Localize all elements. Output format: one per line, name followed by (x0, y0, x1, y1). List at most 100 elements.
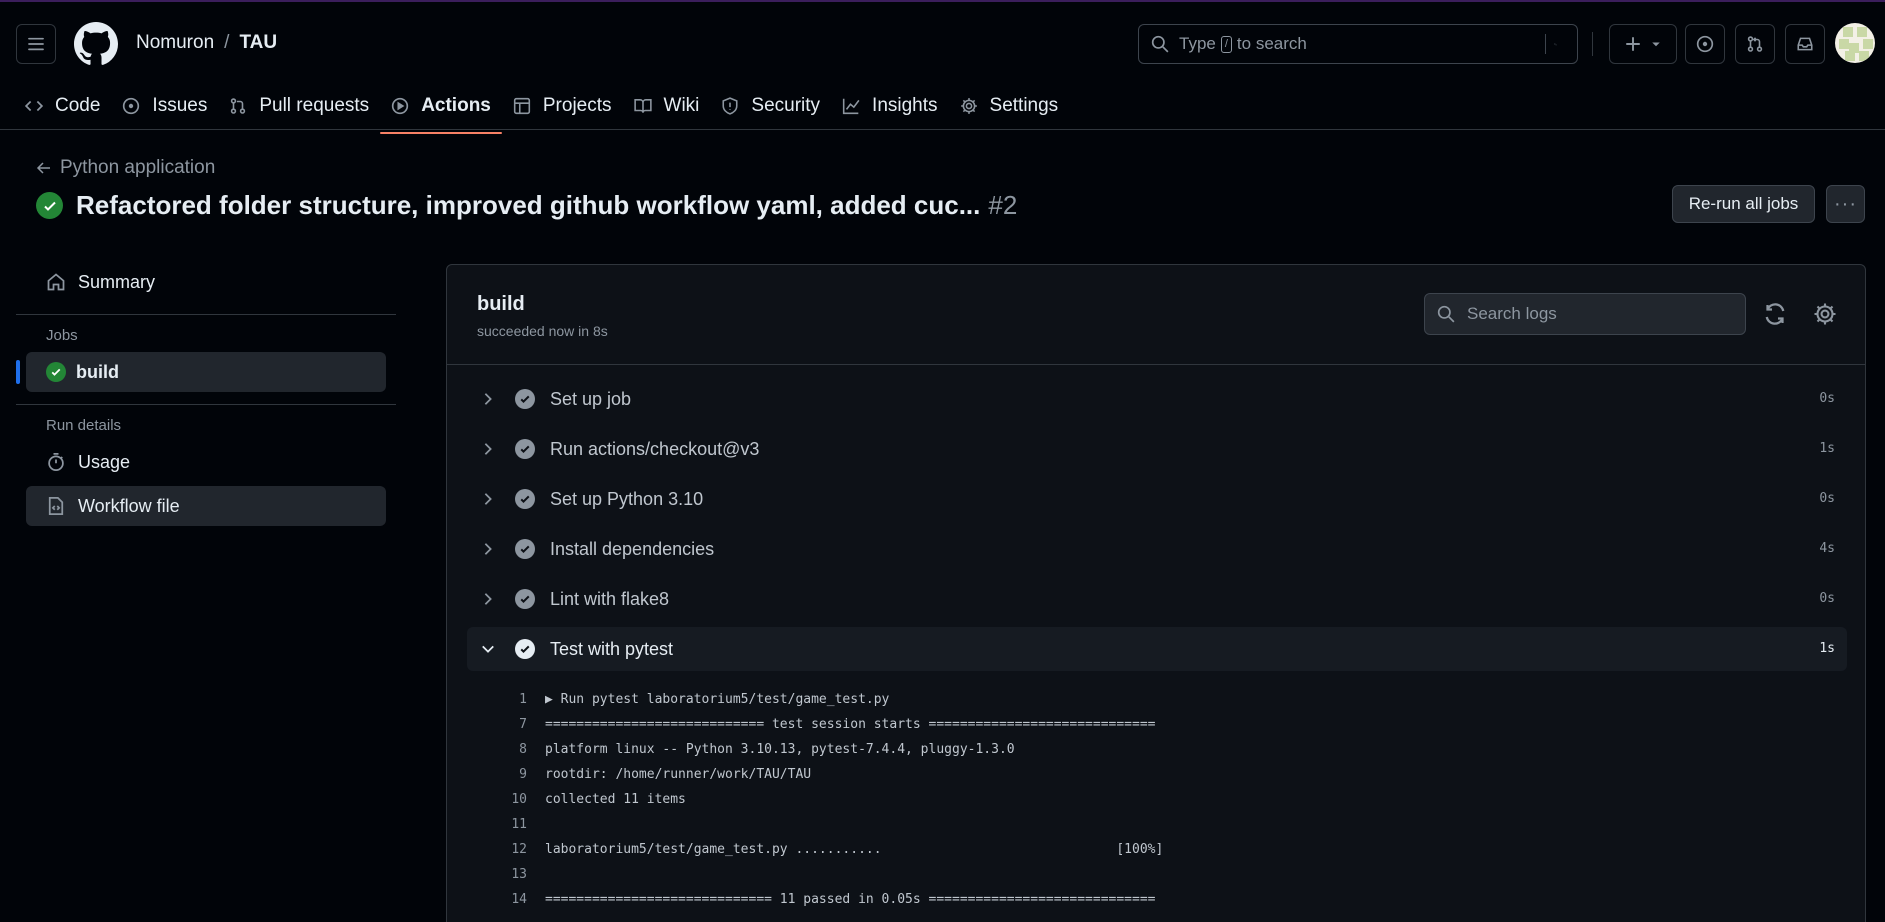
log-line-number[interactable]: 7 (467, 717, 545, 732)
sidebar-item-workflow-file[interactable]: Workflow file (26, 486, 386, 526)
tab-label: Issues (152, 95, 208, 116)
step-duration: 0s (1819, 591, 1835, 606)
log-line-number[interactable]: 9 (467, 767, 545, 782)
tab-issues[interactable]: Issues (111, 86, 218, 126)
step-row-expanded[interactable]: Test with pytest 1s (467, 627, 1847, 671)
check-circle-icon (515, 489, 535, 509)
chevron-right-icon (484, 543, 492, 555)
rerun-all-jobs-button[interactable]: Re-run all jobs (1672, 185, 1815, 223)
tab-label: Actions (421, 95, 491, 116)
refresh-icon[interactable] (1763, 302, 1787, 326)
chevron-right-icon (484, 393, 492, 405)
log-line[interactable]: 14 ============================= 11 passe… (467, 887, 1847, 912)
log-line[interactable]: 11 (467, 812, 1847, 837)
check-circle-icon (36, 192, 63, 219)
log-line[interactable]: 7 ============================ test sessi… (467, 712, 1847, 737)
selected-indicator (16, 360, 20, 384)
command-palette-icon[interactable] (1545, 34, 1567, 54)
menu-button[interactable] (16, 24, 56, 64)
file-code-icon (48, 497, 64, 515)
step-row[interactable]: Install dependencies 4s (467, 527, 1847, 571)
your-issues-button[interactable] (1685, 24, 1725, 64)
log-line-number[interactable]: 12 (467, 842, 545, 857)
log-line-number[interactable]: 13 (467, 867, 545, 882)
search-logs-input[interactable]: Search logs (1424, 293, 1746, 335)
inbox-button[interactable] (1785, 24, 1825, 64)
breadcrumb-separator: / (224, 32, 230, 53)
log-line[interactable]: 8 platform linux -- Python 3.10.13, pytes… (467, 737, 1847, 762)
tab-wiki[interactable]: Wiki (623, 86, 711, 126)
your-pull-requests-button[interactable] (1735, 24, 1775, 64)
log-line-number[interactable]: 11 (467, 817, 545, 832)
kebab-menu-button[interactable]: ··· (1826, 185, 1865, 223)
check-circle-icon (515, 439, 535, 459)
create-new-button[interactable] (1609, 24, 1677, 64)
log-line-number[interactable]: 14 (467, 892, 545, 907)
step-duration: 1s (1819, 441, 1835, 456)
graph-icon (842, 98, 860, 115)
job-header: build succeeded now in 8s Search logs (447, 265, 1865, 365)
github-logo-icon[interactable] (74, 22, 118, 66)
log-line[interactable]: 12 laboratorium5/test/game_test.py ......… (467, 837, 1847, 862)
hamburger-icon (28, 37, 44, 51)
sidebar-item-usage[interactable]: Usage (26, 442, 386, 482)
step-name: Test with pytest (550, 638, 674, 659)
tab-actions[interactable]: Actions (380, 86, 502, 134)
log-line[interactable]: 10 collected 11 items (467, 787, 1847, 812)
step-row[interactable]: Run actions/checkout@v3 1s (467, 427, 1847, 471)
log-line-number[interactable]: 8 (467, 742, 545, 757)
repo-link[interactable]: TAU (239, 32, 277, 54)
stopwatch-icon (48, 453, 64, 471)
step-duration: 4s (1819, 541, 1835, 556)
search-icon (1437, 305, 1455, 323)
sidebar-item-label: build (76, 361, 119, 382)
chevron-right-icon (484, 493, 492, 505)
tab-projects[interactable]: Projects (502, 86, 623, 126)
tab-security[interactable]: Security (710, 86, 831, 126)
gear-icon[interactable] (1813, 302, 1837, 326)
sidebar-item-summary[interactable]: Summary (26, 262, 386, 302)
check-circle-icon (46, 362, 66, 382)
chevron-right-icon (484, 593, 492, 605)
step-name: Lint with flake8 (550, 588, 670, 609)
search-suffix: to search (1236, 34, 1307, 53)
run-details-heading: Run details (46, 417, 122, 434)
log-line-number[interactable]: 10 (467, 792, 545, 807)
log-line-text: ============================= 11 passed … (545, 892, 1156, 907)
log-line-text: rootdir: /home/runner/work/TAU/TAU (545, 767, 812, 782)
sidebar-item-build[interactable]: build (16, 352, 386, 392)
log-line[interactable]: 1 ▶ Run pytest laboratorium5/test/game_te… (467, 687, 1847, 712)
breadcrumb: Nomuron / TAU (136, 32, 277, 54)
log-line-text: ▶ Run pytest laboratorium5/test/game_tes… (545, 692, 890, 707)
back-to-workflow-link[interactable]: Python application (36, 157, 215, 179)
repo-header: Nomuron / TAU Type / to search Code Issu… (0, 2, 1885, 134)
tab-label: Wiki (663, 95, 700, 116)
log-line-text: laboratorium5/test/game_test.py ........… (545, 842, 1164, 857)
run-sidebar: Summary Jobs build Run details Usage Wor… (16, 262, 396, 526)
avatar[interactable] (1835, 23, 1875, 63)
log-line[interactable]: 13 (467, 862, 1847, 887)
triangle-down-icon (1652, 42, 1660, 47)
global-search-input[interactable]: Type / to search (1138, 24, 1578, 64)
step-list: Set up job 0s Run actions/checkout@v3 1s… (467, 377, 1847, 677)
workflow-name: Python application (60, 157, 216, 178)
tab-pull-requests[interactable]: Pull requests (218, 86, 380, 126)
step-row[interactable]: Lint with flake8 0s (467, 577, 1847, 621)
tab-code[interactable]: Code (14, 86, 111, 126)
run-number: #2 (988, 190, 1018, 220)
log-line[interactable]: 9 rootdir: /home/runner/work/TAU/TAU (467, 762, 1847, 787)
step-row[interactable]: Set up job 0s (467, 377, 1847, 421)
run-title-row: Refactored folder structure, improved gi… (36, 190, 1017, 221)
search-shortcut-key: / (1220, 35, 1232, 53)
book-icon (633, 99, 652, 113)
step-row[interactable]: Set up Python 3.10 0s (467, 477, 1847, 521)
home-icon (47, 273, 65, 291)
gear-icon (960, 98, 977, 114)
search-logs-placeholder: Search logs (1467, 304, 1557, 323)
log-line-number[interactable]: 1 (467, 692, 545, 707)
owner-link[interactable]: Nomuron (136, 32, 214, 54)
step-duration: 0s (1819, 491, 1835, 506)
git-pull-request-icon (1747, 36, 1763, 52)
tab-insights[interactable]: Insights (831, 86, 948, 126)
tab-settings[interactable]: Settings (949, 86, 1070, 126)
